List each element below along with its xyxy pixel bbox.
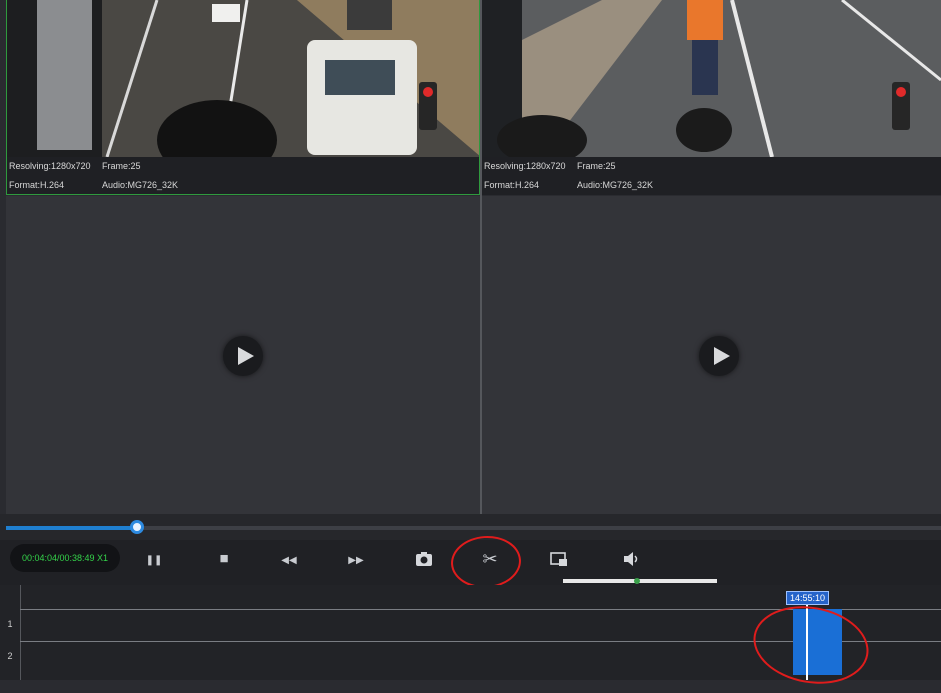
format-label: Format:H.264 (9, 180, 65, 190)
cursor-time-label: 14:55:10 (786, 591, 830, 605)
camera-icon (416, 552, 432, 566)
video-frame-2 (482, 0, 941, 157)
video-pane-2[interactable]: Resolving:1280x720 Frame:25 Format:H.264… (482, 0, 941, 195)
pause-icon: ❚❚ (145, 555, 163, 566)
resolution-label: Resolving:1280x720 (9, 161, 91, 171)
video-pane-1[interactable]: Resolving:1280x720 Frame:25 Format:H.264… (6, 0, 480, 195)
rewind-button[interactable]: ◀◀ (275, 546, 303, 572)
timeline-zoom-slider[interactable] (563, 578, 717, 584)
track-label: 2 (7, 651, 13, 661)
window-mode-button[interactable] (545, 546, 573, 572)
resolution-label: Resolving:1280x720 (484, 161, 566, 171)
video-pane-3[interactable] (6, 196, 480, 514)
volume-icon (624, 552, 638, 566)
video-pane-4[interactable] (482, 196, 941, 514)
playback-progress[interactable] (0, 514, 941, 540)
recording-timeline[interactable]: 1 2 14:55:10 (0, 585, 941, 693)
channel-info-1: Resolving:1280x720 Frame:25 Format:H.264… (7, 157, 479, 194)
audio-label: Audio:MG726_32K (577, 180, 654, 190)
annotation-circle-clip (449, 533, 523, 591)
track-label: 1 (7, 619, 13, 629)
play-icon[interactable] (223, 336, 263, 376)
progress-track[interactable] (6, 526, 941, 530)
channel-info-2: Resolving:1280x720 Frame:25 Format:H.264… (482, 157, 941, 195)
frame-label: Frame:25 (102, 161, 141, 171)
stop-icon: ■ (219, 550, 229, 567)
fast-forward-icon: ▶▶ (348, 555, 364, 566)
window-icon (550, 552, 567, 566)
audio-label: Audio:MG726_32K (102, 180, 179, 190)
play-icon[interactable] (699, 336, 739, 376)
progress-fill (6, 526, 137, 530)
volume-button[interactable] (618, 546, 646, 572)
zoom-handle[interactable] (634, 578, 640, 584)
rewind-icon: ◀◀ (281, 555, 297, 566)
pause-button[interactable]: ❚❚ (140, 546, 168, 572)
playback-controls: 00:04:04/00:38:49 X1 ❚❚ ■ ◀◀ ▶▶ ✂ (0, 533, 941, 591)
frame-label: Frame:25 (577, 161, 616, 171)
format-label: Format:H.264 (484, 180, 540, 190)
progress-handle[interactable] (130, 520, 144, 534)
snapshot-button[interactable] (410, 546, 438, 572)
fast-forward-button[interactable]: ▶▶ (342, 546, 370, 572)
video-frame-1 (7, 0, 479, 157)
pane-divider (480, 0, 482, 514)
stop-button[interactable]: ■ (210, 546, 238, 572)
timecode-display: 00:04:04/00:38:49 X1 (10, 544, 120, 572)
